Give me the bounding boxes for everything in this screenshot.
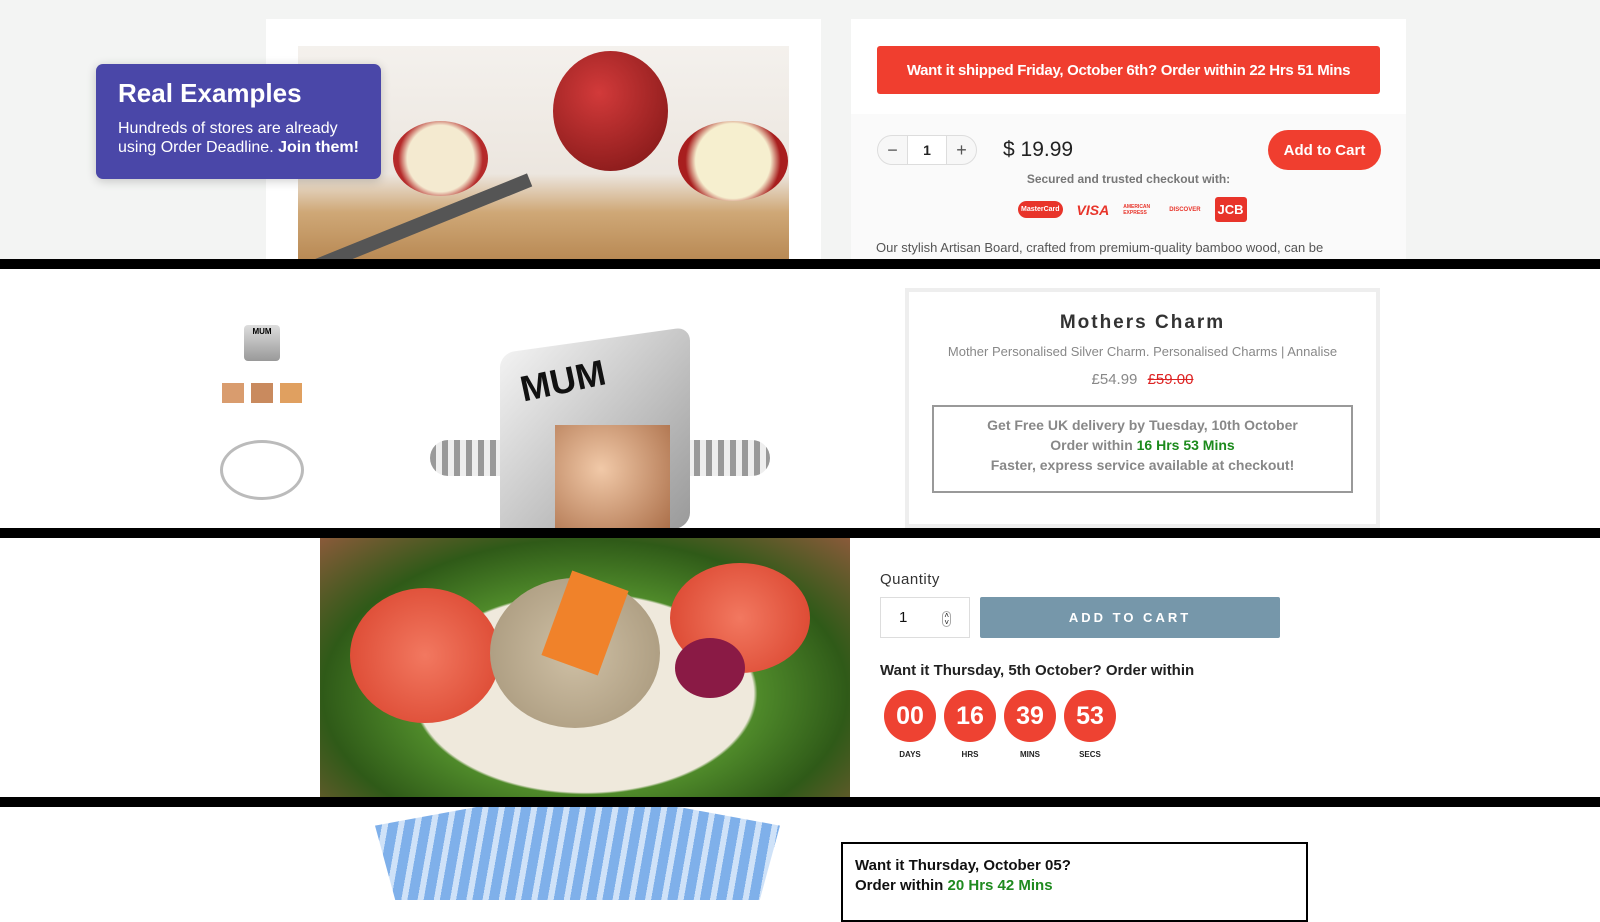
delivery-line: Want it Thursday, October 05? (855, 857, 1071, 874)
section-divider (0, 528, 1600, 538)
charm-product-image: MUM (430, 300, 770, 528)
blouse-product-image (375, 807, 780, 900)
quantity-value: 1 (899, 609, 908, 626)
express-line: Faster, express service available at che… (990, 457, 1295, 473)
increase-button[interactable]: + (946, 136, 976, 164)
spinner-icon[interactable]: ˄ ˅ (942, 611, 951, 627)
product-subtitle: Mother Personalised Silver Charm. Person… (947, 344, 1338, 359)
delivery-deadline-box: Want it Thursday, October 05? Order with… (841, 842, 1308, 922)
countdown-time: 16 Hrs 53 Mins (1136, 437, 1235, 453)
delivery-deadline-box: Get Free UK delivery by Tuesday, 10th Oc… (932, 405, 1353, 493)
countdown-time: 20 Hrs 42 Mins (947, 877, 1053, 894)
section-divider (0, 797, 1600, 807)
countdown-seconds: 53 SECS (1064, 690, 1116, 759)
countdown-days: 00 DAYS (884, 690, 936, 759)
sale-price: £54.99 (1091, 371, 1138, 388)
price: $ 19.99 (1003, 138, 1074, 161)
join-them-link[interactable]: Join them! (278, 139, 359, 156)
mastercard-icon: MasterCard (1018, 201, 1063, 218)
product-description: Our stylish Artisan Board, crafted from … (876, 240, 1324, 255)
order-within-label: Order within (855, 877, 944, 894)
countdown-minutes: 39 MINS (1004, 690, 1056, 759)
add-to-cart-button[interactable]: Add to Cart (1268, 130, 1381, 170)
section-divider (0, 259, 1600, 269)
quantity-label: Quantity (880, 571, 940, 588)
quantity-input[interactable]: 1 (908, 136, 946, 164)
original-price: £59.00 (1147, 371, 1194, 388)
product-title: Mothers Charm (1059, 312, 1226, 333)
payment-icons: MasterCard VISA AMERICAN EXPRESS DISCOVE… (1018, 197, 1247, 222)
quantity-input[interactable]: 1 ˄ ˅ (880, 597, 970, 638)
amex-icon: AMERICAN EXPRESS (1123, 203, 1151, 216)
jcb-icon: JCB (1214, 197, 1247, 222)
callout-title: Real Examples (118, 78, 302, 108)
delivery-heading: Want it Thursday, 5th October? Order wit… (880, 662, 1195, 679)
order-within-label: Order within (1050, 437, 1133, 453)
countdown-hours: 16 HRS (944, 690, 996, 759)
decrease-button[interactable]: − (878, 136, 908, 164)
secure-checkout-label: Secured and trusted checkout with: (1026, 172, 1231, 186)
thumbnail-bracelet[interactable] (220, 440, 304, 500)
delivery-line: Get Free UK delivery by Tuesday, 10th Oc… (987, 417, 1298, 433)
thumbnail-charm-set[interactable]: MUM (222, 325, 302, 410)
add-to-cart-button[interactable]: ADD TO CART (980, 597, 1280, 638)
real-examples-callout: Real Examples Hundreds of stores are alr… (96, 64, 381, 179)
visa-icon: VISA (1076, 201, 1110, 218)
quantity-stepper[interactable]: − 1 + (877, 135, 977, 165)
discover-icon: DISCOVER (1169, 206, 1201, 213)
shipping-deadline-banner: Want it shipped Friday, October 6th? Ord… (877, 46, 1380, 94)
salad-product-image (320, 538, 850, 797)
